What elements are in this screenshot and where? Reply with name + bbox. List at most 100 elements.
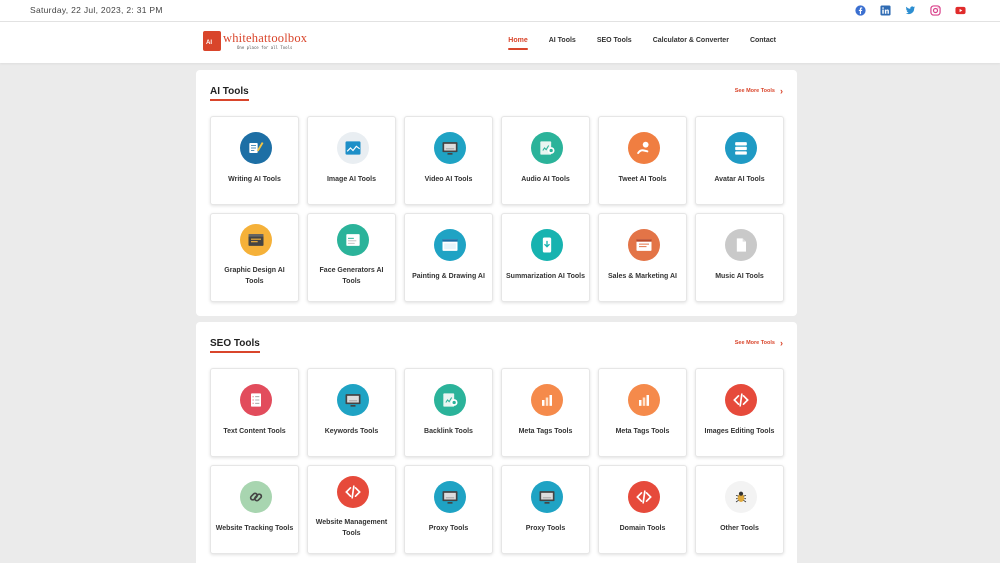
audio-chart-icon: [531, 132, 563, 164]
seo-tool-card[interactable]: Meta Tags Tools: [598, 368, 687, 457]
youtube-icon[interactable]: [955, 5, 966, 16]
seo-tool-card[interactable]: Proxy Tools: [404, 465, 493, 554]
tool-label: Proxy Tools: [428, 525, 469, 532]
current-date: Saturday, 22 Jul, 2023, 2: 31 PM: [30, 5, 163, 15]
design-window-icon: [240, 224, 272, 256]
code-icon: [725, 384, 757, 416]
face-window-icon: [337, 224, 369, 256]
code-icon: [337, 476, 369, 508]
monitor-icon: [434, 132, 466, 164]
ai-tool-card[interactable]: Music AI Tools: [695, 213, 784, 302]
tool-label: Painting & Drawing AI: [412, 273, 485, 280]
logo-name: whitehattoolbox: [223, 31, 308, 45]
checklist-icon: [240, 384, 272, 416]
seo-tools-section: SEO Tools See More Tools › Text Content T…: [196, 322, 797, 563]
nav-seo-tools[interactable]: SEO Tools: [597, 37, 632, 44]
link-icon: [240, 481, 272, 513]
chevron-right-icon: ›: [780, 86, 783, 96]
sales-window-icon: [628, 229, 660, 261]
tool-label: Avatar AI Tools: [714, 176, 765, 183]
monitor-icon: [434, 481, 466, 513]
tool-label: Tweet AI Tools: [618, 176, 667, 183]
seo-see-more-link[interactable]: See More Tools ›: [735, 338, 783, 348]
twitter-icon[interactable]: [905, 5, 916, 16]
bug-icon: [725, 481, 757, 513]
ai-tool-card[interactable]: Avatar AI Tools: [695, 116, 784, 205]
seo-tool-card[interactable]: Text Content Tools: [210, 368, 299, 457]
tool-label: Backlink Tools: [424, 428, 473, 435]
nav-contact[interactable]: Contact: [750, 37, 776, 44]
tool-label: Meta Tags Tools: [518, 428, 573, 435]
tool-label: Meta Tags Tools: [615, 428, 670, 435]
tool-label: Audio AI Tools: [521, 176, 570, 183]
ai-tool-card[interactable]: Tweet AI Tools: [598, 116, 687, 205]
tool-label: Face Generators AI Tools: [319, 267, 384, 285]
audio-chart-icon: [434, 384, 466, 416]
tool-label: Image AI Tools: [326, 176, 376, 183]
image-chart-icon: [337, 132, 369, 164]
mobile-download-icon: [531, 229, 563, 261]
site-logo[interactable]: AI whitehattoolbox One place for all Too…: [203, 31, 307, 53]
tool-label: Graphic Design AI Tools: [224, 267, 285, 285]
ai-tool-card[interactable]: Face Generators AI Tools: [307, 213, 396, 302]
ai-tool-card[interactable]: Writing AI Tools: [210, 116, 299, 205]
tool-label: Keywords Tools: [324, 428, 379, 435]
browser-window-icon: [434, 229, 466, 261]
code-icon: [628, 481, 660, 513]
ai-tool-card[interactable]: Painting & Drawing AI: [404, 213, 493, 302]
hand-coin-icon: [628, 132, 660, 164]
ai-tool-card[interactable]: Sales & Marketing AI: [598, 213, 687, 302]
tool-label: Sales & Marketing AI: [608, 273, 677, 280]
monitor-icon: [531, 481, 563, 513]
ai-see-more-link[interactable]: See More Tools ›: [735, 86, 783, 96]
tool-label: Other Tools: [720, 525, 759, 532]
tool-label: Website Tracking Tools: [215, 525, 294, 532]
main-header: AI whitehattoolbox One place for all Too…: [0, 22, 1000, 63]
ai-tools-grid: Writing AI Tools Image AI Tools Video AI T…: [210, 116, 784, 302]
tool-label: Text Content Tools: [223, 428, 286, 435]
ai-tool-card[interactable]: Summarization AI Tools: [501, 213, 590, 302]
tool-label: Music AI Tools: [715, 273, 764, 280]
nav-calculator-converter[interactable]: Calculator & Converter: [653, 37, 729, 44]
ai-tool-card[interactable]: Graphic Design AI Tools: [210, 213, 299, 302]
seo-tool-card[interactable]: Website Management Tools: [307, 465, 396, 554]
seo-tool-card[interactable]: Website Tracking Tools: [210, 465, 299, 554]
ai-tools-section: AI Tools See More Tools › Writing AI Tool…: [196, 70, 797, 316]
bar-chart-icon: [628, 384, 660, 416]
seo-tool-card[interactable]: Other Tools: [695, 465, 784, 554]
seo-tools-grid: Text Content Tools Keywords Tools Backlink…: [210, 368, 784, 554]
tool-label: Writing AI Tools: [228, 176, 281, 183]
ai-tool-card[interactable]: Audio AI Tools: [501, 116, 590, 205]
seo-tool-card[interactable]: Images Editing Tools: [695, 368, 784, 457]
tool-label: Proxy Tools: [525, 525, 566, 532]
bar-chart-icon: [531, 384, 563, 416]
tool-label: Domain Tools: [619, 525, 666, 532]
nav-ai-tools[interactable]: AI Tools: [549, 37, 576, 44]
seo-tool-card[interactable]: Proxy Tools: [501, 465, 590, 554]
seo-tool-card[interactable]: Domain Tools: [598, 465, 687, 554]
seo-tool-card[interactable]: Backlink Tools: [404, 368, 493, 457]
linkedin-icon[interactable]: [880, 5, 891, 16]
ai-tool-card[interactable]: Video AI Tools: [404, 116, 493, 205]
main-nav: Home AI Tools SEO Tools Calculator & Con…: [508, 37, 776, 50]
facebook-icon[interactable]: [855, 5, 866, 16]
seo-tool-card[interactable]: Meta Tags Tools: [501, 368, 590, 457]
logo-tagline: One place for all Tools: [237, 45, 293, 50]
ai-tools-heading: AI Tools: [210, 86, 249, 101]
document-icon: [725, 229, 757, 261]
tool-label: Summarization AI Tools: [506, 273, 585, 280]
tool-label: Images Editing Tools: [704, 428, 775, 435]
stack-icon: [725, 132, 757, 164]
seo-tool-card[interactable]: Keywords Tools: [307, 368, 396, 457]
top-bar: Saturday, 22 Jul, 2023, 2: 31 PM: [0, 0, 1000, 22]
logo-mark: AI: [203, 31, 221, 51]
ai-tool-card[interactable]: Image AI Tools: [307, 116, 396, 205]
tool-label: Video AI Tools: [424, 176, 473, 183]
chevron-right-icon: ›: [780, 338, 783, 348]
nav-home[interactable]: Home: [508, 37, 529, 50]
instagram-icon[interactable]: [930, 5, 941, 16]
tool-label: Website Management Tools: [315, 519, 388, 537]
monitor-icon: [337, 384, 369, 416]
seo-tools-heading: SEO Tools: [210, 338, 260, 353]
writing-icon: [240, 132, 272, 164]
